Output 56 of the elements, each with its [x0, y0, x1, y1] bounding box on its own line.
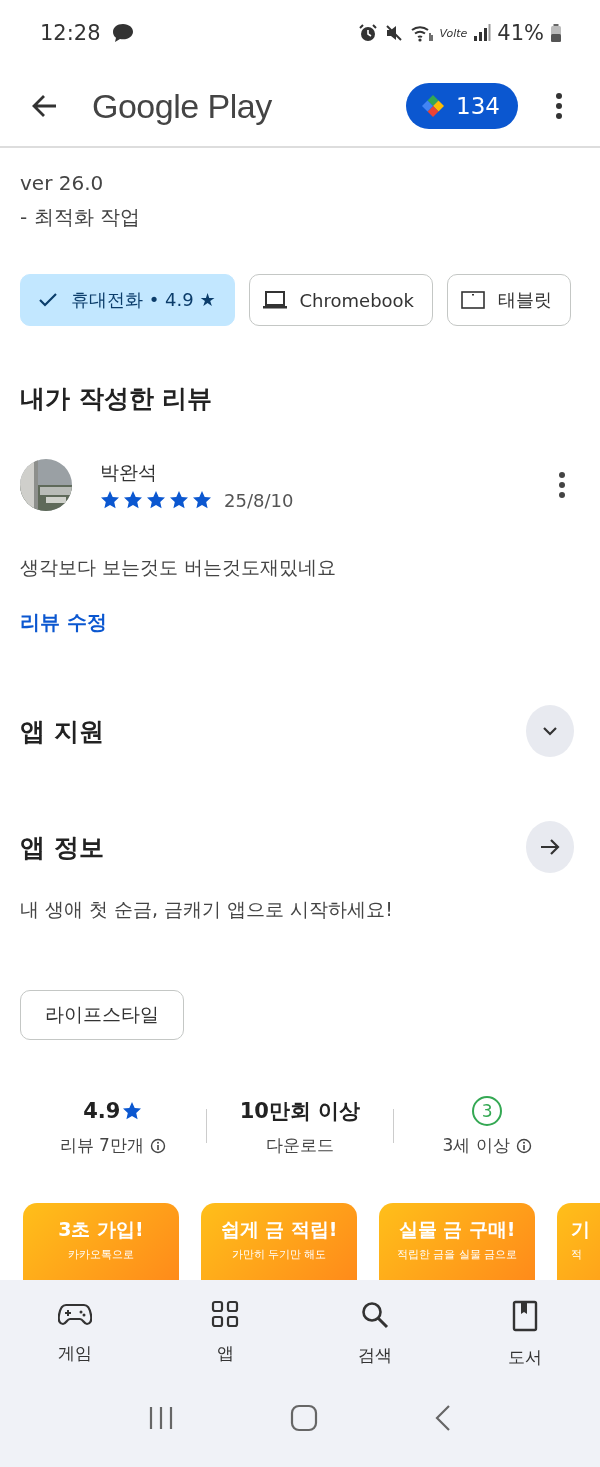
- network-type: Volte: [439, 26, 468, 40]
- alarm-icon: [357, 23, 378, 43]
- book-icon: [512, 1300, 538, 1332]
- star-icon: [122, 1101, 143, 1121]
- device-chip[interactable]: 태블릿: [447, 274, 572, 326]
- section-heading: 내가 작성한 리뷰: [20, 383, 214, 415]
- device-chip[interactable]: 휴대전화 • 4.9 ★: [20, 274, 235, 326]
- age-rating-badge: 3: [472, 1096, 503, 1126]
- edit-review-link[interactable]: 리뷰 수정: [20, 609, 107, 636]
- app-store-title: Google Play: [92, 86, 272, 126]
- reviewer-name: 박완석: [100, 459, 158, 485]
- screenshot-caption: 적: [571, 1247, 582, 1262]
- nav-tab[interactable]: 게임: [25, 1300, 125, 1369]
- home-icon[interactable]: [290, 1404, 318, 1432]
- points-button[interactable]: 134: [406, 83, 518, 129]
- tablet-icon: [460, 289, 487, 311]
- nav-tab[interactable]: 검색: [325, 1300, 425, 1369]
- rating-value: 4.9: [83, 1099, 121, 1123]
- wifi-icon: [409, 23, 434, 43]
- battery-icon: [550, 23, 562, 43]
- info-icon[interactable]: [149, 1137, 166, 1154]
- release-note: - 최적화 작업: [20, 204, 141, 231]
- screenshot-caption: 적립한 금을 실물 금으로: [396, 1247, 518, 1262]
- screenshot-title: 쉽게 금 적립!: [220, 1217, 338, 1242]
- nav-tab[interactable]: 도서: [475, 1300, 575, 1369]
- stat-label: 다운로드: [266, 1134, 334, 1157]
- stat-label: 3세 이상: [442, 1134, 510, 1157]
- status-time: 12:28: [40, 21, 101, 45]
- download-count: 10만회 이상: [239, 1098, 361, 1125]
- device-chip[interactable]: Chromebook: [248, 274, 434, 326]
- section-heading: 앱 정보: [20, 831, 104, 864]
- screenshot-title: 실물 금 구매!: [398, 1217, 516, 1242]
- review-date: 25/8/10: [224, 489, 294, 511]
- stat-label: 리뷰 7만개: [59, 1134, 144, 1157]
- category-tag[interactable]: 라이프스타일: [20, 990, 184, 1040]
- apps-grid-icon: [211, 1300, 239, 1328]
- screenshot-caption: 카카오톡으로: [68, 1247, 134, 1262]
- release-note: ver 26.0: [20, 170, 105, 197]
- laptop-icon: [261, 289, 288, 311]
- more-options-icon[interactable]: [554, 91, 564, 121]
- battery-percent: 41%: [497, 21, 544, 45]
- nav-tab[interactable]: 앱: [175, 1300, 275, 1369]
- search-icon: [360, 1300, 390, 1330]
- screenshot-caption: 가만히 두기만 해도: [231, 1247, 327, 1262]
- info-icon[interactable]: [515, 1137, 532, 1154]
- mute-icon: [383, 23, 404, 43]
- signal-icon: [473, 23, 492, 43]
- diamond-icon: [420, 93, 447, 119]
- review-text: 생각보다 보는것도 버는것도재밌네요: [20, 555, 338, 580]
- screenshot-title: 기: [571, 1217, 590, 1242]
- arrow-button[interactable]: [526, 821, 574, 873]
- app-description: 내 생애 첫 순금, 금캐기 앱으로 시작하세요!: [20, 897, 394, 922]
- section-heading: 앱 지원: [20, 715, 104, 748]
- more-options-icon[interactable]: [558, 471, 566, 499]
- screenshot-title: 3초 가입!: [58, 1217, 144, 1242]
- chat-bubble-icon: [110, 23, 135, 43]
